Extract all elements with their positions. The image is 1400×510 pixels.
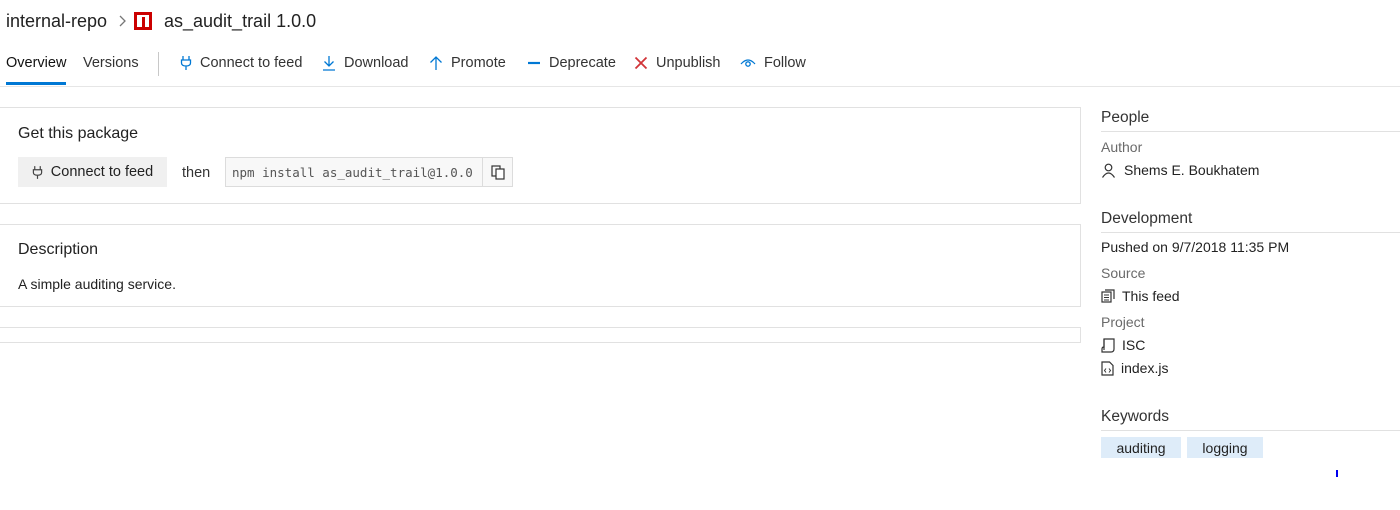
main-file-name: index.js <box>1121 360 1169 376</box>
unpublish-label: Unpublish <box>656 55 721 71</box>
promote-button[interactable]: Promote <box>429 55 506 71</box>
description-text: A simple auditing service. <box>18 276 176 292</box>
person-icon <box>1102 163 1115 178</box>
download-icon <box>323 56 335 71</box>
copy-icon <box>491 164 505 180</box>
download-button[interactable]: Download <box>322 55 409 71</box>
keywords-divider <box>1101 430 1400 431</box>
plug-icon <box>32 165 43 179</box>
header-divider <box>0 86 1400 87</box>
close-icon <box>634 56 648 70</box>
tab-versions[interactable]: Versions <box>83 55 139 71</box>
cursor-caret <box>1336 470 1338 477</box>
deprecate-label: Deprecate <box>549 55 616 71</box>
pushed-date: Pushed on 9/7/2018 11:35 PM <box>1101 239 1290 255</box>
author-label: Author <box>1101 139 1143 155</box>
file-code-icon <box>1101 360 1114 376</box>
get-package-title: Get this package <box>18 125 139 142</box>
description-title: Description <box>18 241 99 258</box>
unpublish-button[interactable]: Unpublish <box>634 55 721 71</box>
development-heading: Development <box>1101 210 1193 227</box>
arrow-up-icon <box>430 56 442 70</box>
keyword-tag[interactable]: logging <box>1187 437 1263 458</box>
description-card <box>0 224 1081 307</box>
active-tab-indicator <box>6 82 66 85</box>
minus-icon <box>528 61 540 65</box>
chevron-right-icon <box>119 15 126 27</box>
people-divider <box>1101 131 1400 132</box>
install-command-text[interactable]: npm install as_audit_trail@1.0.0 <box>232 165 473 180</box>
license-value[interactable]: ISC <box>1101 337 1145 353</box>
source-value[interactable]: This feed <box>1101 288 1180 304</box>
source-name: This feed <box>1122 288 1180 304</box>
follow-button[interactable]: Follow <box>740 55 806 71</box>
feed-icon <box>1101 289 1115 303</box>
plug-icon <box>180 56 192 70</box>
keyword-tag[interactable]: auditing <box>1101 437 1181 458</box>
toolbar-divider <box>158 52 159 76</box>
license-icon <box>1101 337 1115 353</box>
main-file-value[interactable]: index.js <box>1101 360 1168 376</box>
deprecate-button[interactable]: Deprecate <box>527 55 616 71</box>
readme-card <box>0 327 1081 343</box>
copy-command-button[interactable] <box>482 158 513 186</box>
source-label: Source <box>1101 265 1146 281</box>
get-package-card <box>0 107 1081 204</box>
author-value: Shems E. Boukhatem <box>1101 162 1259 178</box>
keywords-heading: Keywords <box>1101 408 1170 425</box>
development-divider <box>1101 232 1400 233</box>
project-label: Project <box>1101 314 1145 330</box>
download-label: Download <box>344 55 409 71</box>
license-name: ISC <box>1122 337 1146 353</box>
connect-to-feed-button[interactable]: Connect to feed <box>180 55 302 71</box>
connect-to-feed-card-button[interactable]: Connect to feed <box>18 157 167 187</box>
package-title: as_audit_trail 1.0.0 <box>164 11 317 31</box>
breadcrumb-feed-link[interactable]: internal-repo <box>6 11 107 32</box>
npm-package-icon <box>134 12 152 30</box>
author-name: Shems E. Boukhatem <box>1124 162 1260 178</box>
then-label: then <box>182 165 211 181</box>
tab-overview[interactable]: Overview <box>6 55 66 71</box>
promote-label: Promote <box>451 55 506 71</box>
people-heading: People <box>1101 109 1150 126</box>
connect-to-feed-card-label: Connect to feed <box>50 164 154 180</box>
eye-icon <box>740 59 756 67</box>
follow-label: Follow <box>764 55 806 71</box>
connect-to-feed-label: Connect to feed <box>200 55 303 71</box>
